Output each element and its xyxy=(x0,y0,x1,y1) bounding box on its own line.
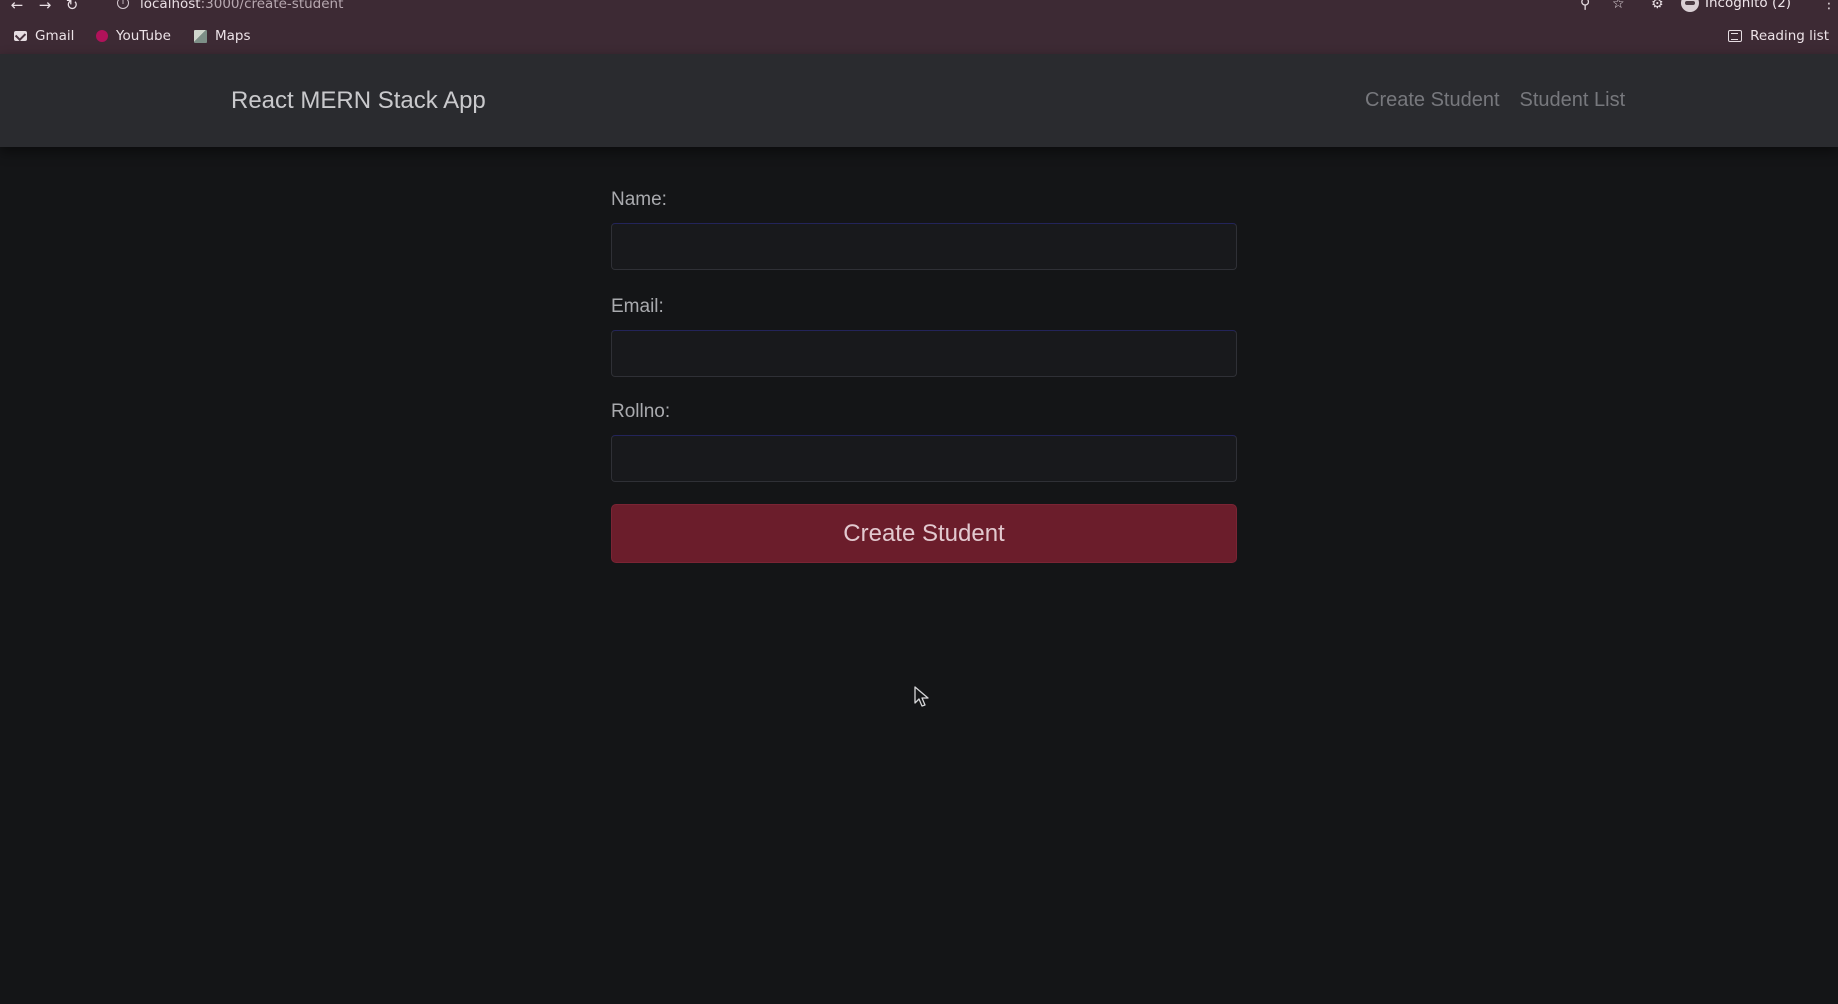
field-spacer xyxy=(611,377,1237,400)
star-icon[interactable]: ☆ xyxy=(1612,0,1625,12)
navbar-brand[interactable]: React MERN Stack App xyxy=(231,87,486,115)
rollno-input[interactable] xyxy=(611,435,1237,482)
zoom-icon[interactable]: ⚲ xyxy=(1580,0,1590,12)
app-navbar: React MERN Stack App Create Student Stud… xyxy=(0,54,1838,147)
bookmark-youtube[interactable]: YouTube xyxy=(96,28,171,44)
email-label: Email: xyxy=(611,296,664,317)
reading-list-label: Reading list xyxy=(1750,28,1829,44)
profile-button[interactable]: Incognito (2) xyxy=(1681,0,1791,12)
bookmark-label: YouTube xyxy=(116,28,171,44)
info-icon[interactable]: i xyxy=(117,0,129,9)
browser-chrome: ← → ↻ i localhost:3000/create-student ⚲ … xyxy=(0,0,1838,54)
gmail-icon xyxy=(14,31,27,41)
url-path: :3000/create-student xyxy=(200,0,344,12)
reading-list-button[interactable]: Reading list xyxy=(1728,28,1829,44)
bookmark-label: Maps xyxy=(215,28,251,44)
email-input[interactable] xyxy=(611,330,1237,377)
field-spacer xyxy=(611,270,1237,295)
maps-icon xyxy=(194,29,207,43)
youtube-icon xyxy=(96,30,108,42)
back-arrow-icon[interactable]: ← xyxy=(8,0,26,14)
create-student-button[interactable]: Create Student xyxy=(611,504,1237,563)
nav-link-student-list[interactable]: Student List xyxy=(1520,89,1626,112)
rollno-label: Rollno: xyxy=(611,401,671,422)
name-input[interactable] xyxy=(611,223,1237,270)
navbar-links: Create Student Student List xyxy=(1365,89,1625,112)
name-label: Name: xyxy=(611,189,667,210)
address-bar[interactable]: localhost:3000/create-student xyxy=(140,0,343,12)
reading-list-icon xyxy=(1728,30,1743,42)
incognito-icon xyxy=(1681,0,1699,12)
bookmark-label: Gmail xyxy=(35,28,75,44)
nav-link-create-student[interactable]: Create Student xyxy=(1365,89,1500,112)
forward-arrow-icon[interactable]: → xyxy=(36,0,54,14)
profile-label: Incognito (2) xyxy=(1705,0,1792,11)
mouse-cursor-icon xyxy=(914,686,929,707)
extensions-icon[interactable]: ⚙ xyxy=(1651,0,1664,12)
reload-icon[interactable]: ↻ xyxy=(63,0,81,14)
browser-toolbar: ← → ↻ i localhost:3000/create-student ⚲ … xyxy=(0,0,1838,14)
url-host: localhost xyxy=(140,0,201,12)
bookmark-gmail[interactable]: Gmail xyxy=(14,28,74,44)
bookmark-maps[interactable]: Maps xyxy=(194,28,251,44)
create-student-form: Name: Email: Rollno: Create Student xyxy=(611,188,1237,563)
bookmarks-bar: Gmail YouTube Maps Reading list xyxy=(0,24,1838,50)
menu-dots-icon[interactable]: ⋮ xyxy=(1822,0,1836,12)
